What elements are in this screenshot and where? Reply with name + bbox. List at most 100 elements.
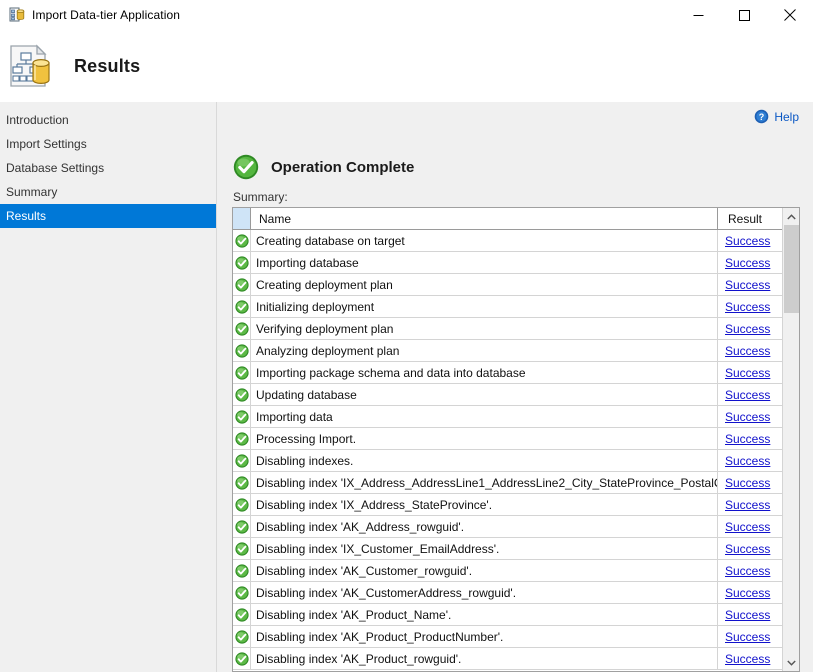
maximize-button[interactable] bbox=[721, 0, 767, 30]
table-row[interactable]: Importing database Success bbox=[233, 252, 782, 274]
result-link[interactable]: Success bbox=[725, 476, 770, 490]
window-titlebar: Import Data-tier Application bbox=[0, 0, 813, 30]
row-result-cell: Success bbox=[718, 648, 782, 669]
table-row[interactable]: Initializing deploymentSuccess bbox=[233, 296, 782, 318]
row-name-cell: Disabling index 'IX_Customer_EmailAddres… bbox=[251, 538, 718, 559]
green-check-circle-icon bbox=[233, 362, 251, 383]
table-row[interactable]: Disabling index 'AK_CustomerAddress_rowg… bbox=[233, 582, 782, 604]
row-result-cell: Success bbox=[718, 560, 782, 581]
row-result-cell: Success bbox=[718, 318, 782, 339]
window-title: Import Data-tier Application bbox=[32, 8, 180, 22]
summary-label: Summary: bbox=[233, 190, 288, 204]
help-question-icon: ? bbox=[754, 109, 769, 124]
result-link[interactable]: Success bbox=[725, 564, 770, 578]
row-name-cell: Disabling index 'AK_Address_rowguid'. bbox=[251, 516, 718, 537]
table-row[interactable]: Disabling index 'IX_Customer_EmailAddres… bbox=[233, 538, 782, 560]
row-name-cell: Disabling index 'AK_Product_ProductNumbe… bbox=[251, 626, 718, 647]
green-check-circle-icon bbox=[233, 318, 251, 339]
help-label: Help bbox=[774, 110, 799, 124]
svg-text:?: ? bbox=[759, 112, 765, 122]
table-row[interactable]: Disabling indexes.Success bbox=[233, 450, 782, 472]
row-result-cell: Success bbox=[718, 516, 782, 537]
table-row[interactable]: Disabling index 'AK_Customer_rowguid'.Su… bbox=[233, 560, 782, 582]
sidebar-item-database-settings[interactable]: Database Settings bbox=[0, 156, 216, 180]
minimize-button[interactable] bbox=[675, 0, 721, 30]
result-link[interactable]: Success bbox=[725, 300, 770, 314]
table-row[interactable]: Disabling index 'AK_Product_rowguid'.Suc… bbox=[233, 648, 782, 670]
green-check-circle-icon bbox=[233, 154, 259, 180]
table-row[interactable]: Analyzing deployment planSuccess bbox=[233, 340, 782, 362]
result-link[interactable]: Success bbox=[725, 542, 770, 556]
row-name-cell: Updating database bbox=[251, 384, 718, 405]
scrollbar-track[interactable] bbox=[783, 225, 799, 654]
status-title: Operation Complete bbox=[271, 159, 414, 176]
result-link[interactable]: Success bbox=[725, 454, 770, 468]
result-link[interactable]: Success bbox=[725, 432, 770, 446]
column-header-result[interactable]: Result bbox=[718, 208, 782, 229]
table-row[interactable]: Disabling index 'AK_Address_rowguid'. Suc… bbox=[233, 516, 782, 538]
sidebar-item-introduction[interactable]: Introduction bbox=[0, 108, 216, 132]
results-grid-body: Name Result Creating database on targetS… bbox=[233, 208, 782, 671]
table-row[interactable]: Creating database on targetSuccess bbox=[233, 230, 782, 252]
sidebar-item-import-settings[interactable]: Import Settings bbox=[0, 132, 216, 156]
data-tier-application-icon bbox=[9, 7, 25, 23]
table-row[interactable]: Disabling index 'AK_Product_Name'.Succes… bbox=[233, 604, 782, 626]
result-link[interactable]: Success bbox=[725, 520, 770, 534]
row-result-cell: Success bbox=[718, 626, 782, 647]
page-title: Results bbox=[74, 56, 140, 77]
result-link[interactable]: Success bbox=[725, 586, 770, 600]
row-name-cell: Disabling index 'IX_Address_AddressLine1… bbox=[251, 472, 718, 493]
content-panel: ? Help Operation Complete Summary: bbox=[217, 102, 813, 672]
green-check-circle-icon bbox=[233, 384, 251, 405]
scrollbar-thumb[interactable] bbox=[784, 225, 799, 313]
help-link[interactable]: ? Help bbox=[754, 109, 799, 124]
row-name-cell: Disabling index 'IX_Address_StateProvinc… bbox=[251, 494, 718, 515]
table-row[interactable]: Processing Import. Success bbox=[233, 428, 782, 450]
result-link[interactable]: Success bbox=[725, 388, 770, 402]
result-link[interactable]: Success bbox=[725, 366, 770, 380]
result-link[interactable]: Success bbox=[725, 410, 770, 424]
row-result-cell: Success bbox=[718, 230, 782, 251]
table-row[interactable]: Importing data Success bbox=[233, 406, 782, 428]
scroll-up-button[interactable] bbox=[783, 208, 799, 225]
row-name-cell: Importing database bbox=[251, 252, 718, 273]
page-header: Results bbox=[0, 30, 813, 102]
scroll-down-button[interactable] bbox=[783, 654, 799, 671]
table-row[interactable]: Disabling index 'IX_Address_AddressLine1… bbox=[233, 472, 782, 494]
green-check-circle-icon bbox=[233, 428, 251, 449]
table-row[interactable]: Updating database Success bbox=[233, 384, 782, 406]
result-link[interactable]: Success bbox=[725, 498, 770, 512]
row-result-cell: Success bbox=[718, 340, 782, 361]
row-name-cell: Processing Import. bbox=[251, 428, 718, 449]
row-name-cell: Importing data bbox=[251, 406, 718, 427]
green-check-circle-icon bbox=[233, 340, 251, 361]
row-name-cell: Disabling index 'AK_CustomerAddress_rowg… bbox=[251, 582, 718, 603]
result-link[interactable]: Success bbox=[725, 278, 770, 292]
result-link[interactable]: Success bbox=[725, 630, 770, 644]
result-link[interactable]: Success bbox=[725, 608, 770, 622]
table-row[interactable]: Creating deployment plan Success bbox=[233, 274, 782, 296]
result-link[interactable]: Success bbox=[725, 344, 770, 358]
green-check-circle-icon bbox=[233, 450, 251, 471]
result-link[interactable]: Success bbox=[725, 322, 770, 336]
table-row[interactable]: Verifying deployment planSuccess bbox=[233, 318, 782, 340]
result-link[interactable]: Success bbox=[725, 256, 770, 270]
column-header-name[interactable]: Name bbox=[251, 208, 718, 229]
table-row[interactable]: Disabling index 'IX_Address_StateProvinc… bbox=[233, 494, 782, 516]
table-row[interactable]: Importing package schema and data into d… bbox=[233, 362, 782, 384]
row-name-cell: Creating deployment plan bbox=[251, 274, 718, 295]
row-result-cell: Success bbox=[718, 582, 782, 603]
green-check-circle-icon bbox=[233, 516, 251, 537]
result-link[interactable]: Success bbox=[725, 234, 770, 248]
wizard-sidebar: Introduction Import Settings Database Se… bbox=[0, 102, 216, 672]
sidebar-item-summary[interactable]: Summary bbox=[0, 180, 216, 204]
green-check-circle-icon bbox=[233, 626, 251, 647]
window-controls bbox=[675, 0, 813, 30]
sidebar-item-results[interactable]: Results bbox=[0, 204, 216, 228]
close-button[interactable] bbox=[767, 0, 813, 30]
table-row[interactable]: Disabling index 'AK_Product_ProductNumbe… bbox=[233, 626, 782, 648]
result-link[interactable]: Success bbox=[725, 652, 770, 666]
results-grid-scrollbar[interactable] bbox=[782, 208, 799, 671]
row-result-cell: Success bbox=[718, 450, 782, 471]
row-result-cell: Success bbox=[718, 252, 782, 273]
